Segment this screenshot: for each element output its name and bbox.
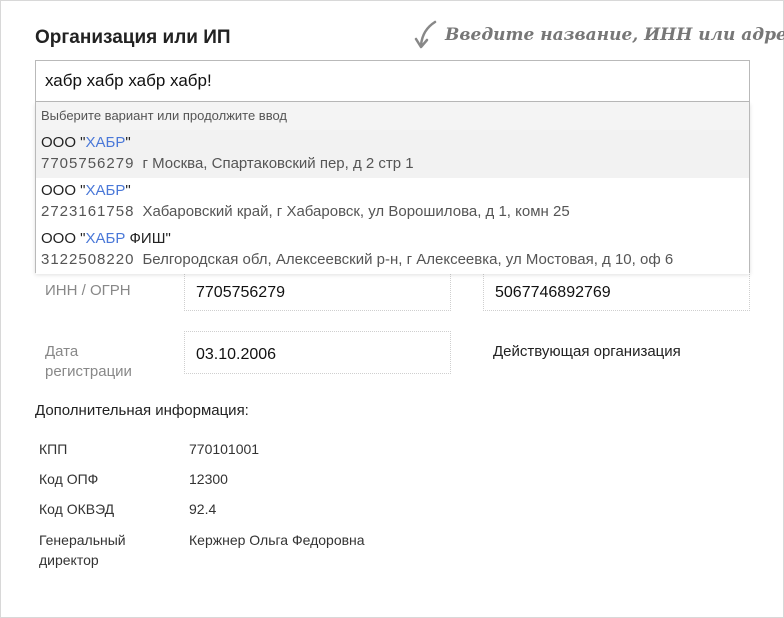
hint-text: Введите название, ИНН или адрес xyxy=(445,25,784,45)
suggestion-name: ООО "ХАБР ФИШ" xyxy=(41,230,171,247)
organization-search-field[interactable] xyxy=(35,60,750,102)
suggestion-item[interactable]: ООО "ХАБР" 7705756279 г Москва, Спартаков… xyxy=(36,130,749,178)
suggestions-hint: Выберите вариант или продолжите ввод xyxy=(36,102,749,130)
additional-info-title: Дополнительная информация: xyxy=(35,402,249,419)
input-hint: Введите название, ИНН или адрес xyxy=(413,19,784,51)
organization-search-input[interactable] xyxy=(36,61,749,101)
suggestion-item[interactable]: ООО "ХАБР ФИШ" 3122508220 Белгородская об… xyxy=(36,226,749,274)
suggestion-inn: 7705756279 xyxy=(41,155,135,172)
kpp-value: 770101001 xyxy=(189,441,260,457)
suggestions-dropdown: Выберите вариант или продолжите ввод ООО… xyxy=(35,102,750,274)
form-title: Организация или ИП xyxy=(35,27,231,48)
registration-date-label: Дата регистрации xyxy=(45,343,132,380)
suggestion-address: Хабаровский край, г Хабаровск, ул Вороши… xyxy=(142,203,570,220)
suggestion-address: Белгородская обл, Алексеевский р-н, г Ал… xyxy=(142,251,674,268)
suggestion-inn: 3122508220 xyxy=(41,251,135,268)
director-value: Кержнер Ольга Федоровна xyxy=(189,532,365,548)
match-highlight: ХАБР xyxy=(85,230,126,247)
suggestion-details: 2723161758 Хабаровский край, г Хабаровск,… xyxy=(41,201,749,223)
inn-ogrn-label: ИНН / ОГРН xyxy=(45,282,131,299)
kpp-label: КПП xyxy=(39,441,68,457)
suggestion-details: 7705756279 г Москва, Спартаковский пер, д… xyxy=(41,153,749,175)
opf-code-value: 12300 xyxy=(189,471,228,487)
suggestion-inn: 2723161758 xyxy=(41,203,135,220)
opf-code-label: Код ОПФ xyxy=(39,471,99,487)
match-highlight: ХАБР xyxy=(85,134,126,151)
ogrn-value: 5067746892769 xyxy=(495,284,611,301)
status-text: Действующая организация xyxy=(493,343,681,360)
match-highlight: ХАБР xyxy=(85,182,126,199)
curved-arrow-icon xyxy=(414,20,437,49)
suggestion-name: ООО "ХАБР" xyxy=(41,134,131,151)
registration-date-value: 03.10.2006 xyxy=(196,346,277,363)
suggestion-item[interactable]: ООО "ХАБР" 2723161758 Хабаровский край, г… xyxy=(36,178,749,226)
suggestion-address: г Москва, Спартаковский пер, д 2 стр 1 xyxy=(142,155,414,172)
inn-value: 7705756279 xyxy=(196,284,285,301)
okved-code-value: 92.4 xyxy=(189,501,217,517)
okved-code-label: Код ОКВЭД xyxy=(39,501,115,517)
form-panel: Организация или ИП Введите название, ИНН… xyxy=(0,0,784,618)
suggestion-name: ООО "ХАБР" xyxy=(41,182,131,199)
registration-date-field[interactable]: 03.10.2006 xyxy=(184,331,451,374)
suggestion-details: 3122508220 Белгородская обл, Алексеевский… xyxy=(41,249,749,271)
director-label: Генеральный директор xyxy=(39,532,126,568)
